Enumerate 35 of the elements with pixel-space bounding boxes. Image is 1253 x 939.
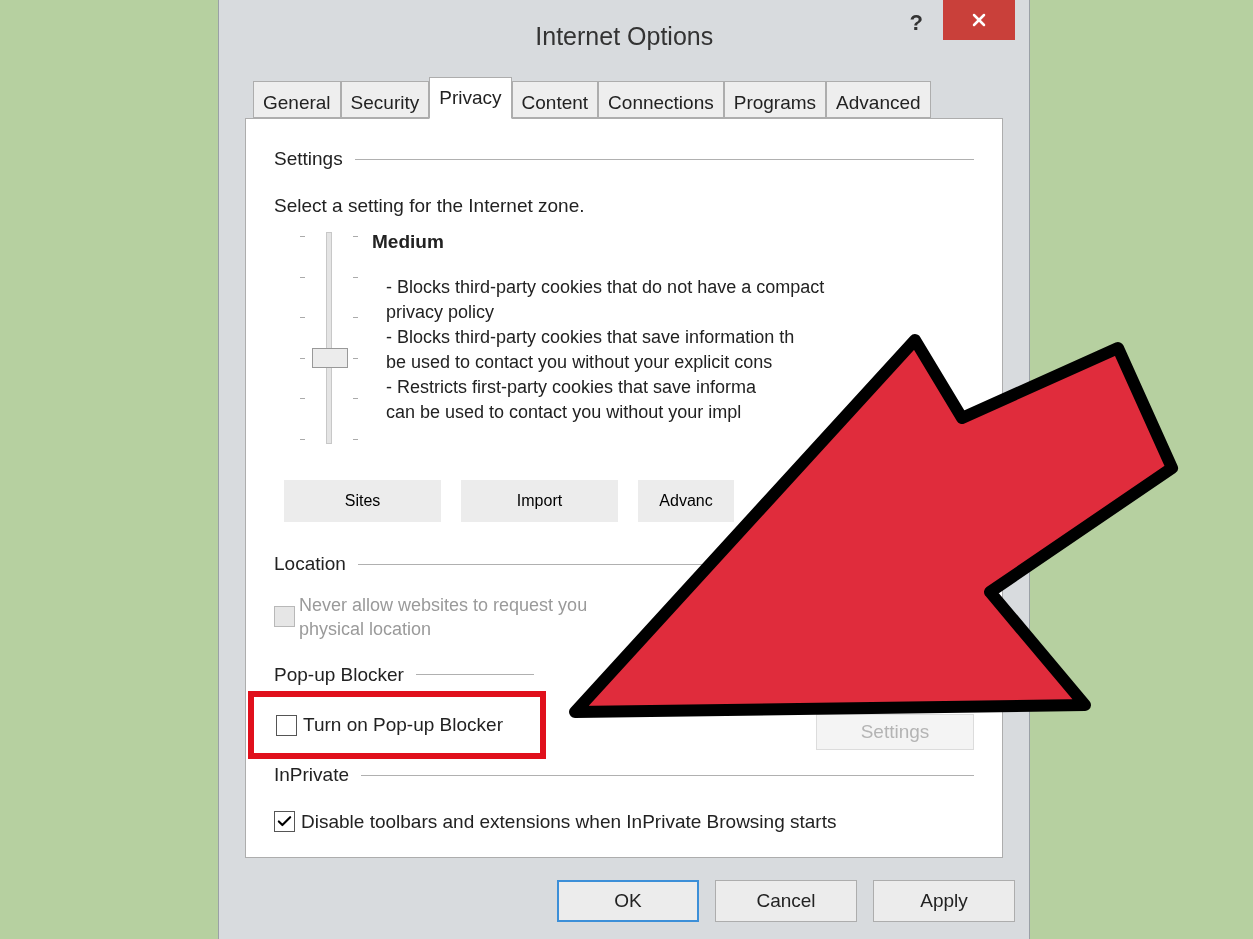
group-heading: Location [274, 552, 346, 576]
zone-button[interactable]: Sites [284, 480, 441, 522]
group-heading: InPrivate [274, 763, 349, 787]
description-line: - Restricts first-party cookies that save informa [386, 375, 758, 399]
description-line: privacy policy [386, 300, 496, 324]
close-button[interactable] [943, 0, 1015, 40]
group-heading: Settings [274, 147, 343, 171]
checkbox-label: Turn on Pop-up Blocker [303, 712, 503, 737]
dialog-button[interactable]: Apply [873, 880, 1015, 922]
prompt-text: Select a setting for the Internet zone. [274, 193, 586, 218]
group-heading: Pop-up Blocker [274, 662, 404, 687]
zone-button[interactable]: Import [461, 480, 618, 522]
window-title: Internet Options [535, 21, 714, 52]
checkbox[interactable] [276, 714, 297, 736]
level-name: Medium [372, 230, 445, 254]
zone-button[interactable]: Advanc [638, 480, 734, 522]
tab[interactable]: General [253, 81, 341, 118]
description-line: can be used to contact you without your impl [386, 400, 743, 424]
description-line: - Blocks third-party cookies that save information th [386, 325, 796, 349]
checkbox-label: Disable toolbars and extensions when InPrivate Browsing starts [301, 809, 837, 834]
tab[interactable]: Connections [598, 81, 724, 118]
slider-thumb[interactable] [312, 348, 348, 369]
dialog-button[interactable]: OK [557, 880, 699, 922]
tab[interactable]: Security [340, 81, 430, 118]
description-line: - Blocks third-party cookies that do not have a compact [386, 275, 825, 299]
tab[interactable]: Content [511, 81, 599, 118]
description-line: be used to contact you without your explicit cons [386, 350, 774, 374]
checkbox[interactable] [274, 811, 295, 833]
help-button[interactable]: ? [909, 6, 923, 39]
dialog-button[interactable]: Cancel [715, 880, 857, 922]
checkbox-label: physical location [299, 617, 433, 641]
checkbox-label: Never allow websites to request you [299, 593, 588, 617]
tab[interactable]: Programs [723, 81, 827, 118]
tab[interactable]: Advanced [826, 81, 931, 118]
tab[interactable]: Privacy [429, 77, 512, 119]
